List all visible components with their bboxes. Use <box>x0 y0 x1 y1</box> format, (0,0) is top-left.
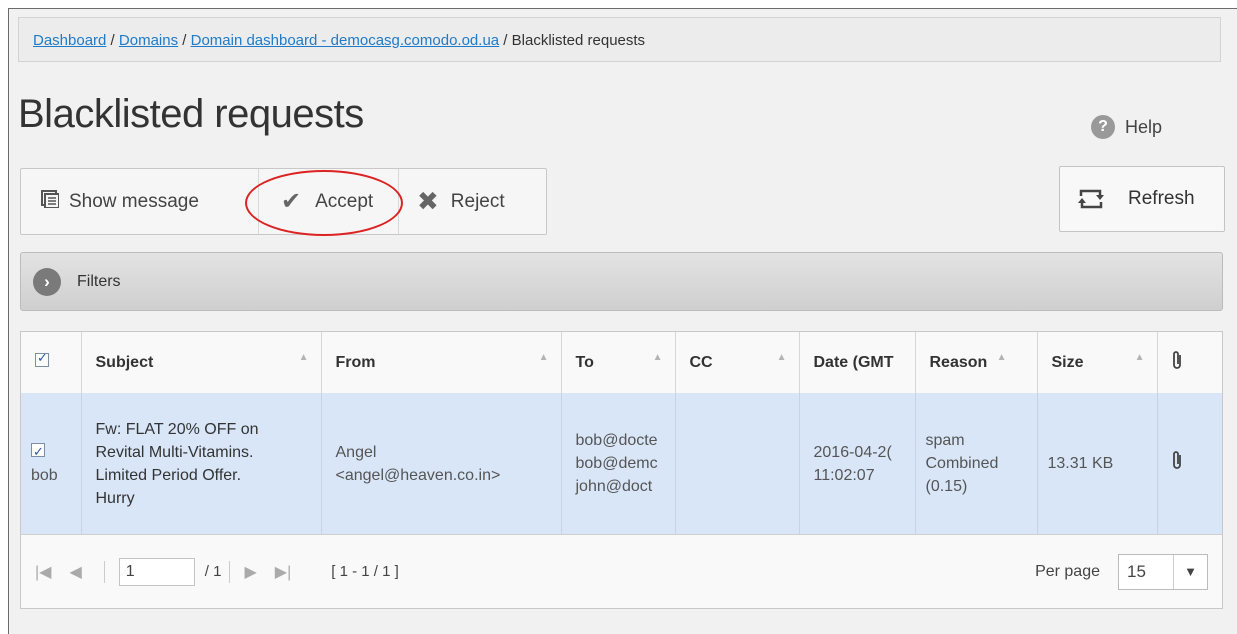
time-line: 11:02:07 <box>813 466 875 484</box>
from-address: <angel@heaven.co.in> <box>335 466 501 484</box>
reason-cell: spam Combined (0.15) <box>915 393 1038 534</box>
pager-divider <box>229 560 231 583</box>
reject-button[interactable]: ✖ Reject <box>399 169 546 234</box>
message-icon <box>41 189 60 214</box>
help-icon: ? <box>1091 115 1115 139</box>
filters-label: Filters <box>77 272 121 290</box>
from-cell: Angel <angel@heaven.co.in> <box>321 393 562 534</box>
column-header-reason[interactable]: Reason ▲ <box>915 332 1038 393</box>
breadcrumb-separator: / <box>106 32 119 49</box>
chevron-down-icon: ▼ <box>1173 554 1207 589</box>
reason-line: (0.15) <box>925 478 968 495</box>
page-title: Blacklisted requests <box>18 92 364 136</box>
row-user: bob <box>31 466 58 484</box>
to-line: bob@demc <box>575 455 658 472</box>
breadcrumb-domains[interactable]: Domains <box>119 32 178 49</box>
subject-cell: Fw: FLAT 20% OFF on Revital Multi-Vitami… <box>81 393 322 534</box>
table-header-row: Subject▲ From▲ To▲ CC▲ Date (GMT Reason▲… <box>21 332 1222 393</box>
column-header-date[interactable]: Date (GMT <box>799 332 916 393</box>
reason-line: Combined <box>925 455 999 472</box>
sort-arrow-icon: ▲ <box>996 352 1007 363</box>
page-number-input[interactable]: 1 <box>118 557 195 586</box>
breadcrumb-separator: / <box>178 32 191 49</box>
record-range: [ 1 - 1 / 1 ] <box>331 563 399 580</box>
accept-label: Accept <box>315 190 374 212</box>
row-select-cell: bob <box>21 393 82 534</box>
action-toolbar: Show message ✔ Accept ✖ Reject <box>20 168 547 235</box>
sort-arrow-icon: ▲ <box>538 352 549 363</box>
breadcrumb-separator: / <box>499 32 512 49</box>
breadcrumb: Dashboard / Domains / Domain dashboard -… <box>18 17 1221 62</box>
requests-table: Subject▲ From▲ To▲ CC▲ Date (GMT Reason▲… <box>20 331 1223 609</box>
to-cell: bob@docte bob@demc john@doct <box>561 393 676 534</box>
date-cell: 2016-04-2( 11:02:07 <box>799 393 916 534</box>
per-page-label: Per page <box>1035 562 1100 580</box>
subject-line: Fw: FLAT 20% OFF on <box>95 420 259 438</box>
date-line: 2016-04-2( <box>813 443 892 461</box>
show-message-button[interactable]: Show message <box>21 169 259 234</box>
per-page-control: Per page 15 ▼ <box>1035 553 1208 590</box>
to-line: john@doct <box>575 478 653 495</box>
cc-cell <box>675 393 800 534</box>
subject-line: Hurry <box>95 489 135 507</box>
paperclip-icon[interactable] <box>1172 451 1184 475</box>
per-page-value: 15 <box>1127 561 1146 581</box>
paperclip-icon <box>1172 351 1184 374</box>
select-all-checkbox[interactable] <box>35 350 49 367</box>
table-row[interactable]: bob Fw: FLAT 20% OFF on Revital Multi-Vi… <box>21 393 1222 534</box>
column-header-from[interactable]: From ▲ <box>321 332 562 393</box>
refresh-icon <box>1078 189 1104 209</box>
last-page-icon[interactable]: ▶| <box>275 562 291 582</box>
to-line: bob@docte <box>575 432 658 449</box>
total-pages: / 1 <box>204 563 222 580</box>
reject-label: Reject <box>450 190 505 212</box>
column-header-size[interactable]: Size ▲ <box>1037 332 1158 393</box>
select-all-header <box>21 332 82 393</box>
column-header-attachment[interactable] <box>1157 332 1222 393</box>
first-page-icon[interactable]: |◀ <box>35 562 51 582</box>
show-message-label: Show message <box>69 190 199 212</box>
refresh-label: Refresh <box>1128 188 1195 209</box>
breadcrumb-dashboard[interactable]: Dashboard <box>33 32 106 49</box>
attachment-cell <box>1157 393 1222 534</box>
help-label: Help <box>1125 116 1163 137</box>
breadcrumb-domain-dashboard[interactable]: Domain dashboard - democasg.comodo.od.ua <box>191 32 500 49</box>
checkmark-icon: ✔ <box>281 188 302 215</box>
accept-button[interactable]: ✔ Accept <box>259 169 399 234</box>
next-page-icon[interactable]: ▶ <box>244 562 256 582</box>
size-cell: 13.31 KB <box>1037 393 1158 534</box>
breadcrumb-current: Blacklisted requests <box>511 32 646 49</box>
close-icon: ✖ <box>417 186 439 216</box>
subject-line: Revital Multi-Vitamins. <box>95 443 254 461</box>
column-header-to[interactable]: To ▲ <box>561 332 676 393</box>
pagination-bar: |◀ ◀ 1 / 1 ▶ ▶| [ 1 - 1 / 1 ] Per page 1… <box>21 534 1222 608</box>
column-header-subject[interactable]: Subject ▲ <box>81 332 322 393</box>
sort-arrow-icon: ▲ <box>298 352 309 363</box>
subject-line: Limited Period Offer. <box>95 466 242 484</box>
sort-arrow-icon: ▲ <box>1134 352 1145 363</box>
previous-page-icon[interactable]: ◀ <box>69 562 81 582</box>
reason-line: spam <box>925 432 965 449</box>
refresh-button[interactable]: Refresh <box>1059 166 1225 232</box>
chevron-right-icon: › <box>33 267 61 296</box>
from-name: Angel <box>335 443 377 461</box>
row-checkbox[interactable] <box>31 440 45 463</box>
sort-arrow-icon: ▲ <box>652 352 663 363</box>
column-header-cc[interactable]: CC ▲ <box>675 332 800 393</box>
pager-divider <box>103 560 105 583</box>
per-page-select[interactable]: 15 ▼ <box>1118 553 1208 590</box>
filters-panel-toggle[interactable]: › Filters <box>20 252 1223 311</box>
sort-arrow-icon: ▲ <box>776 352 787 363</box>
help-link[interactable]: ? Help <box>1091 115 1162 139</box>
